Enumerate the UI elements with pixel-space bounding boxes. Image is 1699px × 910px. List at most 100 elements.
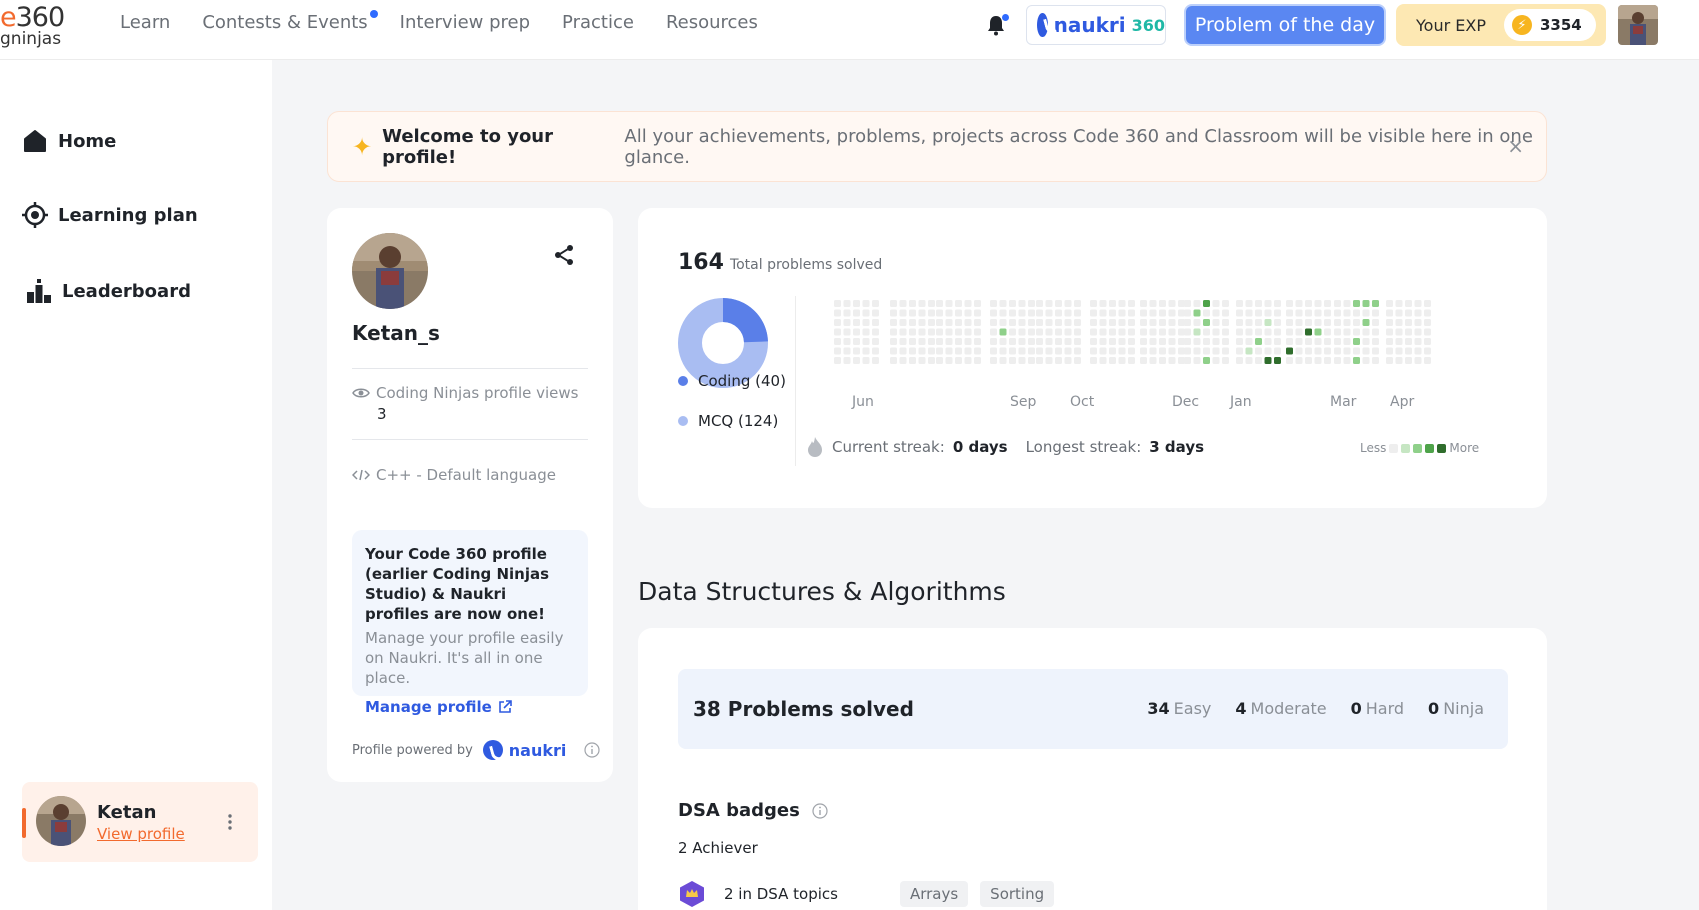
- heatmap-cell: [1245, 338, 1253, 345]
- heatmap-cell: [1203, 319, 1210, 326]
- heatmap-cell: [1159, 319, 1166, 326]
- heatmap-cell: [1074, 309, 1081, 317]
- heatmap-cell: [1314, 357, 1322, 364]
- nav-contests-events[interactable]: Contests & Events: [202, 10, 378, 33]
- heatmap-cell: [1414, 347, 1422, 355]
- naukri-360-button[interactable]: naukri 360: [1026, 5, 1166, 45]
- kebab-menu-icon[interactable]: [228, 814, 232, 830]
- heatmap-cell: [1353, 357, 1360, 364]
- nav-contests-label: Contests & Events: [202, 12, 368, 33]
- heatmap-cell: [1386, 300, 1393, 307]
- info-icon[interactable]: [584, 742, 600, 758]
- heatmap-cell: [1168, 328, 1176, 336]
- share-icon[interactable]: [552, 243, 576, 267]
- heatmap-cell: [918, 319, 926, 326]
- heatmap-cell: [918, 338, 926, 345]
- heatmap-cell: [862, 328, 870, 336]
- heatmap-cell: [1128, 328, 1135, 336]
- heatmap-cell: [853, 309, 860, 317]
- sidebar-item-learning-plan[interactable]: Learning plan: [22, 202, 198, 228]
- sidebar-item-leaderboard[interactable]: Leaderboard: [26, 278, 191, 304]
- nav-practice[interactable]: Practice: [562, 12, 634, 33]
- close-icon[interactable]: ×: [1507, 134, 1524, 158]
- nav-resources[interactable]: Resources: [666, 12, 758, 33]
- heatmap-cell: [1334, 309, 1341, 317]
- heatmap-cell: [928, 328, 935, 336]
- heatmap-cell: [1149, 357, 1157, 364]
- heatmap-legend: Less More: [1360, 441, 1479, 455]
- heatmap-cell: [1305, 347, 1312, 355]
- heatmap-cell: [936, 300, 943, 307]
- heatmap-cell: [899, 347, 907, 355]
- problem-of-the-day-button[interactable]: Problem of the day: [1186, 6, 1384, 44]
- heatmap-cell: [1405, 300, 1412, 307]
- heatmap-cell: [945, 338, 953, 345]
- avatar[interactable]: [36, 796, 86, 846]
- heatmap-cell: [974, 300, 981, 307]
- manage-profile-link[interactable]: Manage profile: [365, 698, 575, 716]
- heatmap-cell: [1255, 338, 1262, 345]
- sidebar-item-home[interactable]: Home: [22, 128, 116, 154]
- heatmap-cell: [1074, 357, 1081, 364]
- heatmap-cell: [936, 338, 943, 345]
- heatmap-cell: [1178, 338, 1185, 345]
- problems-stats-card: 164 Total problems solved Coding (40) MC…: [638, 208, 1547, 508]
- difficulty-label: Moderate: [1250, 699, 1327, 718]
- current-streak-value: 0 days: [952, 438, 1008, 456]
- heatmap-cell: [1203, 328, 1210, 336]
- naukri-logo-icon: [482, 740, 503, 760]
- heatmap-cell: [1386, 347, 1393, 355]
- heatmap-cell: [1424, 319, 1431, 326]
- brand-logo[interactable]: e360 gninjas: [0, 2, 72, 50]
- heatmap-cell: [1386, 338, 1393, 345]
- nav-interview-prep[interactable]: Interview prep: [400, 12, 530, 33]
- total-problems-label: Total problems solved: [729, 257, 883, 273]
- heatmap-cell: [1064, 357, 1072, 364]
- heatmap-cell: [1405, 338, 1412, 345]
- heatmap-cell: [1295, 319, 1303, 326]
- legend-dot: [678, 416, 688, 426]
- difficulty-value: 0: [1428, 699, 1440, 718]
- nav-learn[interactable]: Learn: [120, 12, 170, 33]
- heatmap-cell: [1064, 328, 1072, 336]
- heatmap-cell: [955, 319, 962, 326]
- exp-widget[interactable]: Your EXP ⚡ 3354: [1396, 4, 1606, 46]
- heatmap-cell: [1334, 347, 1341, 355]
- heatmap-cell: [872, 300, 879, 307]
- heatmap-cell: [1028, 300, 1035, 307]
- heatmap-cell: [890, 347, 897, 355]
- heatmap-cell: [1203, 338, 1210, 345]
- heatmap-cell: [945, 347, 953, 355]
- eye-icon: [352, 388, 370, 398]
- info-icon[interactable]: [812, 802, 828, 819]
- heatmap-cell: [1255, 357, 1262, 364]
- heatmap-cell: [1036, 347, 1043, 355]
- heatmap-cell: [1203, 309, 1210, 317]
- heatmap-cell: [964, 357, 972, 364]
- heatmap-cell: [1353, 309, 1360, 317]
- heatmap-cell: [1295, 347, 1303, 355]
- heatmap-cell: [1286, 309, 1293, 317]
- heatmap-cell: [1372, 328, 1379, 336]
- heatmap-cell: [1395, 319, 1403, 326]
- user-avatar[interactable]: [1618, 5, 1658, 45]
- heatmap-cell: [999, 338, 1007, 345]
- heatmap-cell: [872, 357, 879, 364]
- legend-swatch: [1389, 443, 1399, 453]
- heatmap-cell: [1314, 328, 1322, 336]
- heatmap-cell: [928, 357, 935, 364]
- difficulty-moderate: 4 Moderate: [1235, 699, 1326, 718]
- bell-icon[interactable]: [986, 14, 1009, 36]
- heatmap-cell: [1212, 338, 1220, 345]
- heatmap-cell: [1324, 347, 1331, 355]
- heatmap-cell: [1395, 309, 1403, 317]
- heatmap-cell: [1118, 309, 1126, 317]
- heatmap-cell: [1045, 319, 1053, 326]
- heatmap-cell: [1055, 328, 1062, 336]
- heatmap-cell: [1055, 300, 1062, 307]
- heatmap-cell: [843, 309, 851, 317]
- view-profile-link[interactable]: View profile: [97, 825, 185, 843]
- heatmap-cell: [1168, 338, 1176, 345]
- legend-swatch: [1401, 443, 1411, 453]
- longest-streak-label: Longest streak:: [1025, 438, 1142, 456]
